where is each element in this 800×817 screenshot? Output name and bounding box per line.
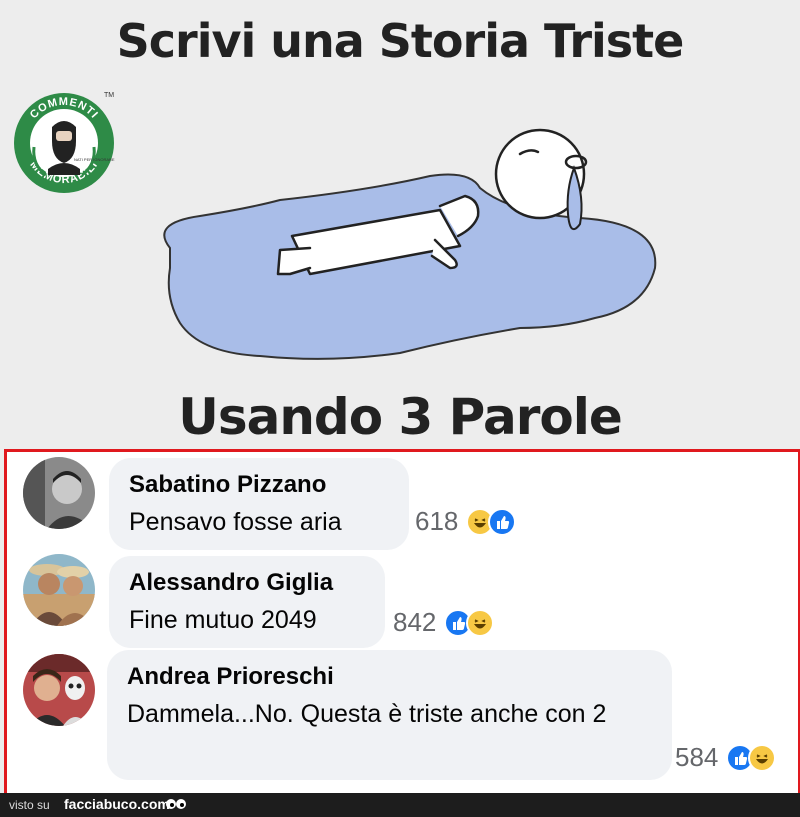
like-icon — [488, 507, 517, 536]
reactions-summary[interactable]: 842 — [393, 607, 495, 638]
svg-text:TM: TM — [104, 92, 114, 99]
footer-visto-su: visto su — [9, 798, 50, 812]
watermark-footer: visto su facciabuco.com — [0, 793, 800, 817]
comment-text: Pensavo fosse aria — [129, 508, 342, 536]
comment-bubble[interactable]: Alessandro Giglia Fine mutuo 2049 — [109, 556, 385, 648]
bearded-man-icon — [48, 121, 80, 175]
reaction-count: 584 — [675, 742, 719, 772]
commenti-memorabili-logo: TM COMMENTI MEMORABILI NATI PER IGNORARE — [14, 92, 115, 193]
reactions-summary[interactable]: 618 — [415, 506, 517, 537]
reaction-count: 618 — [415, 506, 459, 536]
crying-figure-illustration — [163, 128, 657, 360]
avatar[interactable] — [23, 654, 95, 726]
reactions-summary[interactable]: 584 — [675, 742, 777, 773]
comment-text: Dammela...No. Questa è triste anche con … — [127, 700, 607, 728]
comments-section: Sabatino Pizzano Pensavo fosse aria 618 — [4, 449, 800, 796]
footer-site-link[interactable]: facciabuco.com — [64, 796, 170, 812]
screenshot: Scrivi una Storia Triste TM COMMENTI MEM… — [0, 0, 800, 817]
reaction-count: 842 — [393, 607, 437, 637]
svg-text:NATI PER IGNORARE: NATI PER IGNORARE — [74, 157, 115, 162]
comment-bubble[interactable]: Andrea Prioreschi Dammela...No. Questa è… — [107, 650, 672, 780]
comment-bubble[interactable]: Sabatino Pizzano Pensavo fosse aria — [109, 458, 409, 550]
comment-author[interactable]: Sabatino Pizzano — [129, 470, 391, 500]
comment-item: Alessandro Giglia Fine mutuo 2049 842 — [7, 552, 798, 652]
eyes-icon — [166, 799, 186, 809]
avatar[interactable] — [23, 554, 95, 626]
comment-item: Andrea Prioreschi Dammela...No. Questa è… — [7, 650, 798, 790]
comment-author[interactable]: Andrea Prioreschi — [127, 662, 654, 692]
meme-title-bottom: Usando 3 Parole — [178, 388, 623, 446]
comment-text: Fine mutuo 2049 — [129, 606, 317, 634]
haha-icon — [748, 743, 777, 772]
haha-icon — [466, 608, 495, 637]
avatar[interactable] — [23, 457, 95, 529]
meme-title-top: Scrivi una Storia Triste — [116, 14, 685, 68]
comment-author[interactable]: Alessandro Giglia — [129, 568, 367, 598]
meme-image: Scrivi una Storia Triste TM COMMENTI MEM… — [0, 0, 800, 450]
comment-item: Sabatino Pizzano Pensavo fosse aria 618 — [7, 452, 798, 552]
